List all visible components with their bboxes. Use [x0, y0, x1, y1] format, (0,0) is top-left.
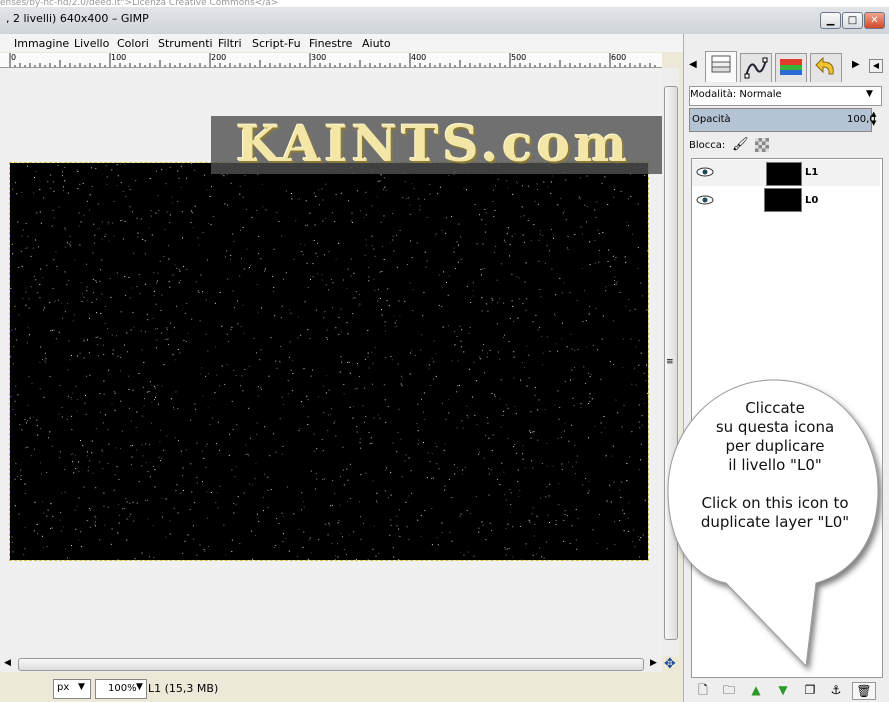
menu-filtri[interactable]: Filtri: [218, 37, 242, 50]
layer-info: L1 (15,3 MB): [148, 682, 219, 695]
callout-text: Cliccate su questa icona per duplicare i…: [676, 399, 874, 532]
overlay-text-strip: enses/by-nc-nd/2.0/deed.it">Licenza Crea…: [0, 0, 889, 7]
layer-name: L1: [805, 167, 819, 178]
duplicate-layer-icon: ❐: [804, 683, 816, 697]
tab-channels[interactable]: [775, 53, 807, 82]
zoom-select[interactable]: 100% ▼: [95, 679, 147, 699]
tab-menu-button[interactable]: ◀: [869, 59, 883, 73]
scroll-right-icon[interactable]: ▶: [650, 658, 657, 668]
grip-icon: ≡: [666, 357, 674, 367]
scroll-left-icon[interactable]: ◀: [4, 658, 11, 668]
maximize-button[interactable]: □: [842, 12, 863, 29]
minimize-icon: ▁: [826, 15, 835, 26]
zoom-value: 100%: [108, 683, 137, 694]
lock-alpha-icon[interactable]: [755, 138, 769, 152]
menu-finestre[interactable]: Finestre: [309, 37, 352, 50]
tab-paths[interactable]: [740, 53, 772, 82]
ruler-label-400: 400: [411, 53, 427, 62]
ruler-ticks: [9, 53, 656, 67]
unit-value: px: [57, 682, 70, 693]
anchor-icon: ⚓: [830, 683, 842, 697]
new-group-button[interactable]: 🗀: [720, 682, 738, 698]
eye-icon[interactable]: [696, 194, 714, 206]
raise-layer-button[interactable]: ▲: [747, 682, 765, 698]
menu-aiuto[interactable]: Aiuto: [362, 37, 391, 50]
menu-colori[interactable]: Colori: [117, 37, 149, 50]
callout-en-line-1: Click on this icon to: [701, 494, 849, 512]
ruler-label-200: 200: [211, 53, 227, 62]
horizontal-scroll-thumb[interactable]: [18, 658, 644, 671]
unit-select[interactable]: px ▼: [53, 679, 91, 699]
window-title: , 2 livelli) 640x400 – GIMP: [6, 12, 149, 25]
close-button[interactable]: ✕: [864, 12, 885, 29]
opacity-label: Opacità: [692, 114, 731, 125]
menu-script-fu[interactable]: Script-Fu: [252, 37, 301, 50]
lower-layer-button[interactable]: ▼: [774, 682, 792, 698]
watermark-logo: KAINTS.com: [236, 114, 631, 173]
layer-thumbnail: [764, 188, 802, 212]
callout-it-line-3: per duplicare: [725, 437, 825, 455]
tab-scroll-right-icon[interactable]: ▶: [852, 59, 860, 70]
undo-history-icon: [815, 56, 834, 75]
layer-thumbnail: [766, 162, 802, 186]
delete-layer-button[interactable]: 🗑: [852, 682, 876, 700]
chevron-down-icon: ▼: [78, 682, 85, 692]
layer-name: L0: [805, 195, 819, 206]
chevron-down-icon: ▼: [866, 89, 873, 99]
ruler-label-600: 600: [611, 53, 627, 62]
layer-row-l0[interactable]: L0: [692, 188, 880, 214]
ruler-label-0: 0: [11, 53, 17, 62]
callout-it-line-2: su questa icona: [715, 418, 835, 436]
delete-layer-icon: 🗑: [856, 684, 872, 698]
ruler-label-300: 300: [311, 53, 327, 62]
paths-icon: [744, 57, 768, 79]
raise-layer-icon: ▲: [751, 683, 761, 697]
tab-layers[interactable]: [705, 51, 737, 82]
opacity-slider[interactable]: Opacità 100,0: [689, 108, 876, 132]
lock-pixels-icon[interactable]: 🖌: [732, 137, 749, 152]
mode-select[interactable]: Modalità: Normale ▼: [689, 86, 882, 106]
opacity-spin-icon[interactable]: ▲ ▼: [871, 110, 876, 128]
new-layer-icon: 🗋: [698, 683, 708, 697]
chevron-down-icon: ▼: [136, 682, 143, 692]
horizontal-ruler[interactable]: [0, 53, 662, 68]
channels-icon: [780, 59, 802, 75]
anchor-layer-button[interactable]: ⚓: [827, 682, 845, 698]
mode-label: Modalità: Normale: [690, 89, 782, 100]
folder-icon: 🗀: [722, 683, 735, 697]
starfield-noise: [10, 163, 648, 560]
callout-spacer: [676, 475, 874, 494]
layer-row-l1[interactable]: L1: [692, 160, 880, 186]
callout-en-line-2: duplicate layer "L0": [700, 513, 850, 531]
eye-icon[interactable]: [696, 166, 714, 178]
new-layer-button[interactable]: 🗋: [694, 682, 712, 698]
minimize-button[interactable]: ▁: [820, 12, 841, 29]
lock-label: Blocca:: [689, 140, 726, 151]
duplicate-layer-button[interactable]: ❐: [801, 682, 819, 698]
callout-it-line-1: Cliccate: [745, 399, 805, 417]
menu-immagine[interactable]: Immagine: [14, 37, 69, 50]
layers-icon: [711, 55, 731, 73]
ruler-label-500: 500: [511, 53, 527, 62]
tab-menu-icon: ◀: [872, 61, 880, 70]
tab-undo-history[interactable]: [810, 53, 842, 82]
menu-strumenti[interactable]: Strumenti: [158, 37, 213, 50]
maximize-icon: □: [847, 15, 858, 26]
ruler-label-100: 100: [111, 53, 127, 62]
close-icon: ✕: [870, 15, 879, 26]
callout-it-line-4: il livello "L0": [728, 456, 822, 474]
menu-livello[interactable]: Livello: [74, 37, 109, 50]
tab-scroll-left-icon[interactable]: ◀: [689, 59, 697, 70]
lower-layer-icon: ▼: [778, 683, 788, 697]
